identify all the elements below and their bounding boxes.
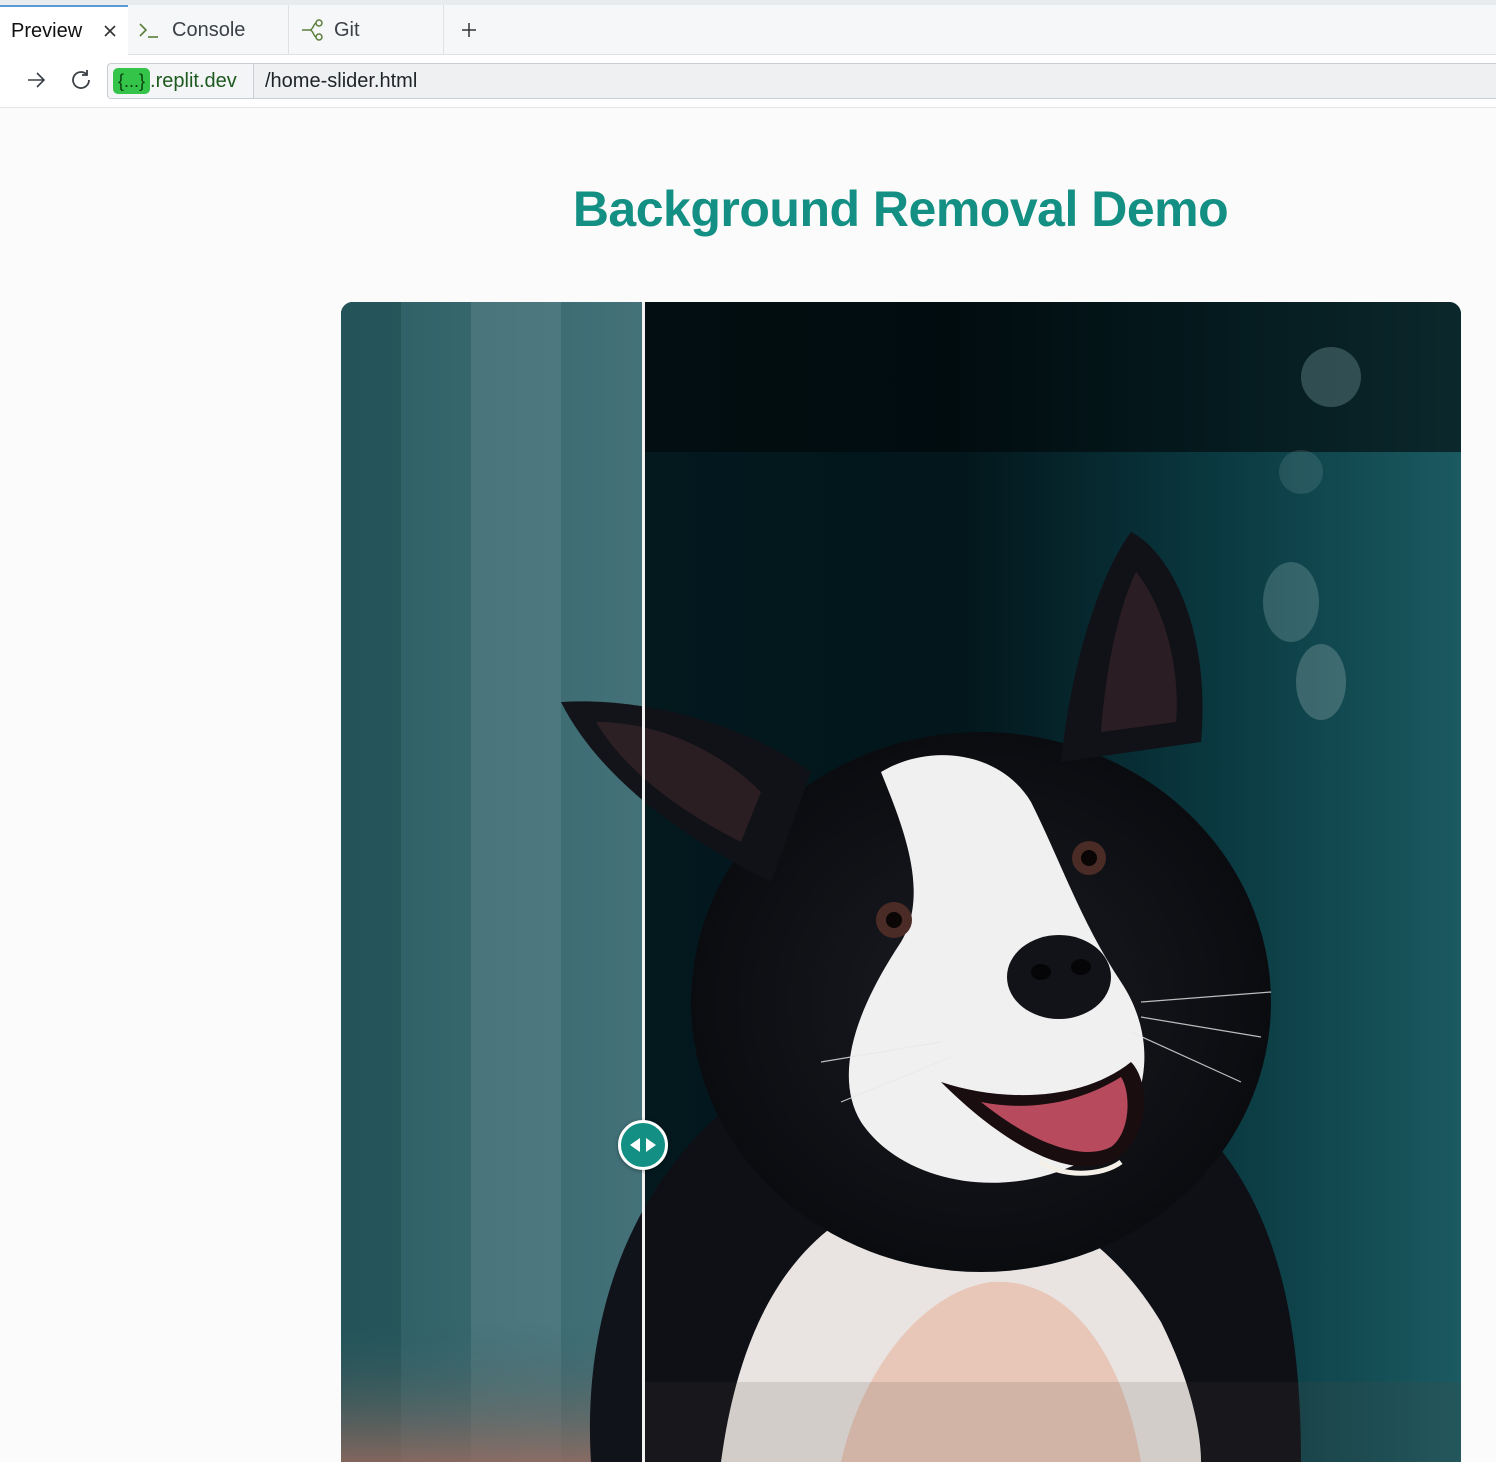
url-path: /home-slider.html	[265, 69, 418, 92]
new-tab-button[interactable]	[444, 5, 494, 55]
url-domain-text: .replit.dev	[150, 69, 237, 92]
close-icon[interactable]	[102, 23, 118, 39]
tab-git-label: Git	[334, 18, 360, 41]
page-title: Background Removal Demo	[572, 181, 1229, 237]
image-comparison-slider[interactable]	[341, 302, 1461, 1462]
left-right-arrows-icon	[628, 1137, 658, 1153]
replit-badge: {...}	[113, 68, 151, 94]
slider-divider-line[interactable]	[642, 302, 645, 1462]
tab-preview[interactable]: Preview	[0, 5, 128, 56]
terminal-icon	[138, 19, 160, 41]
slider-handle[interactable]	[618, 1120, 668, 1170]
tab-bar: Preview Console Git	[0, 5, 1496, 56]
tab-git[interactable]: Git	[289, 5, 444, 55]
git-icon	[300, 18, 326, 42]
tab-console-label: Console	[172, 18, 246, 41]
arrow-right-icon	[25, 70, 47, 95]
url-domain: {...} .replit.dev	[108, 64, 254, 98]
address-bar: {...} .replit.dev /home-slider.html	[0, 55, 1496, 108]
tab-preview-label: Preview	[11, 20, 83, 42]
tab-console[interactable]: Console	[128, 5, 289, 55]
plus-icon	[461, 22, 477, 38]
forward-button[interactable]	[21, 67, 51, 97]
reload-icon	[69, 68, 93, 97]
url-field[interactable]: {...} .replit.dev /home-slider.html	[107, 63, 1496, 99]
reload-button[interactable]	[66, 67, 96, 97]
